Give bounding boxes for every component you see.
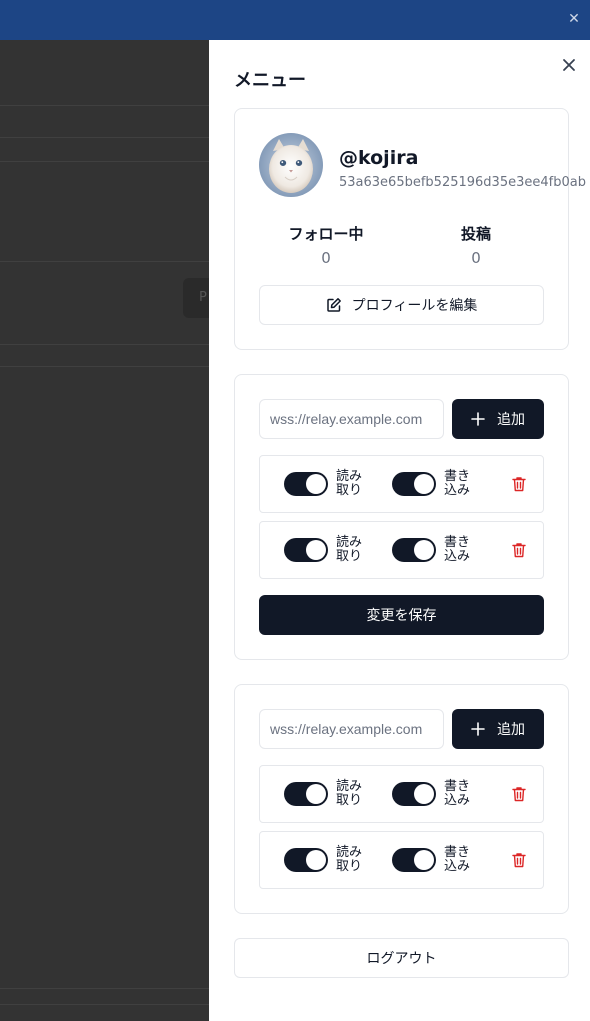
write-toggle[interactable]	[392, 848, 436, 872]
trash-icon[interactable]	[510, 541, 528, 559]
plus-icon	[471, 412, 485, 426]
write-label: 書き込み	[444, 535, 471, 564]
toggle-knob	[306, 540, 326, 560]
close-icon[interactable]	[559, 55, 579, 75]
write-label: 書き込み	[444, 845, 471, 874]
write-toggle[interactable]	[392, 782, 436, 806]
divider	[0, 366, 210, 367]
relay-row: 読み取り 書き込み	[259, 455, 544, 513]
read-label: 読み取り	[336, 779, 363, 808]
toggle-knob	[414, 474, 434, 494]
edit-profile-button[interactable]: プロフィールを編集	[259, 285, 544, 325]
menu-drawer: メニュー @kojira 53a63e65befb525196d35e3ee4f…	[209, 40, 590, 1021]
divider	[0, 344, 210, 345]
divider	[0, 105, 210, 106]
toggle-knob	[306, 850, 326, 870]
plus-icon	[471, 722, 485, 736]
divider	[0, 261, 210, 262]
relay-row: 読み取り 書き込み	[259, 831, 544, 889]
trash-icon[interactable]	[510, 851, 528, 869]
divider	[0, 161, 210, 162]
add-relay-button[interactable]: 追加	[452, 709, 544, 749]
posts-count: 0	[471, 249, 481, 267]
logout-button[interactable]: ログアウト	[234, 938, 569, 978]
relay-settings-card: 追加 読み取り 書き込み 読み取り 書き込み 変更を保存	[234, 374, 569, 660]
close-icon[interactable]: ✕	[564, 9, 584, 29]
read-toggle[interactable]	[284, 538, 328, 562]
username: @kojira	[339, 147, 419, 169]
write-label: 書き込み	[444, 469, 471, 498]
divider	[0, 988, 210, 989]
profile-card: @kojira 53a63e65befb525196d35e3ee4fb0ab …	[234, 108, 586, 350]
top-bar: ✕	[0, 0, 590, 40]
relay-url-input[interactable]	[259, 399, 444, 439]
toggle-knob	[306, 474, 326, 494]
write-toggle[interactable]	[392, 472, 436, 496]
write-label: 書き込み	[444, 779, 471, 808]
following-count: 0	[321, 249, 331, 267]
read-label: 読み取り	[336, 845, 363, 874]
divider	[0, 137, 210, 138]
read-toggle[interactable]	[284, 472, 328, 496]
public-key: 53a63e65befb525196d35e3ee4fb0ab	[339, 175, 586, 190]
toggle-knob	[306, 784, 326, 804]
relay-url-input[interactable]	[259, 709, 444, 749]
background-button-label: P	[199, 290, 207, 305]
add-relay-label: 追加	[497, 722, 525, 738]
trash-icon[interactable]	[510, 475, 528, 493]
toggle-knob	[414, 540, 434, 560]
relay-row: 読み取り 書き込み	[259, 765, 544, 823]
add-relay-label: 追加	[497, 412, 525, 428]
following-label: フォロー中	[288, 225, 364, 243]
posts-label: 投稿	[460, 225, 491, 243]
add-relay-button[interactable]: 追加	[452, 399, 544, 439]
divider	[0, 1004, 210, 1005]
read-label: 読み取り	[336, 535, 363, 564]
relay-settings-card: 追加 読み取り 書き込み 読み取り 書き込み	[234, 684, 569, 914]
toggle-knob	[414, 784, 434, 804]
drawer-title: メニュー	[234, 70, 306, 91]
edit-profile-label: プロフィールを編集	[351, 298, 478, 314]
edit-icon	[326, 298, 341, 312]
trash-icon[interactable]	[510, 785, 528, 803]
relay-row: 読み取り 書き込み	[259, 521, 544, 579]
write-toggle[interactable]	[392, 538, 436, 562]
save-changes-button[interactable]: 変更を保存	[259, 595, 544, 635]
read-label: 読み取り	[336, 469, 363, 498]
read-toggle[interactable]	[284, 848, 328, 872]
toggle-knob	[414, 850, 434, 870]
read-toggle[interactable]	[284, 782, 328, 806]
background-content	[0, 40, 210, 1021]
avatar[interactable]	[259, 133, 323, 197]
